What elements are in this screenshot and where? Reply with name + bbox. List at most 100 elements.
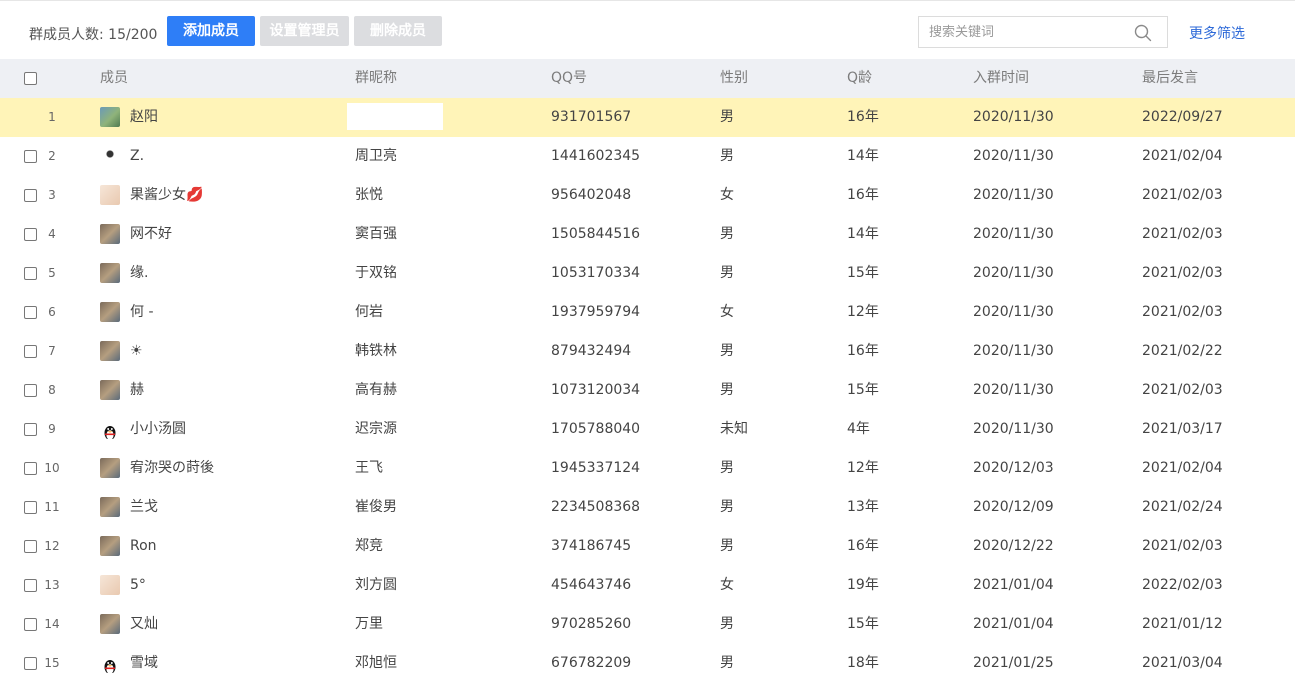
row-checkbox[interactable] xyxy=(24,657,37,670)
header-qq[interactable]: QQ号 xyxy=(551,59,587,98)
row-checkbox[interactable] xyxy=(24,618,37,631)
qq-number: 1937959794 xyxy=(551,304,641,320)
member-name[interactable]: 宥沵哭の莳後 xyxy=(130,449,214,488)
member-name[interactable]: 赫 xyxy=(130,371,144,410)
last-speak-time: 2021/02/04 xyxy=(1142,148,1223,164)
header-sex[interactable]: 性别 xyxy=(720,59,748,98)
landscape-avatar[interactable] xyxy=(100,107,120,127)
table-row[interactable]: 2 Z. 周卫亮 1441602345 男 14年 2020/11/30 2021/02/04 xyxy=(0,137,1295,176)
photo-avatar[interactable] xyxy=(100,536,120,556)
member-name[interactable]: Ron xyxy=(130,527,157,566)
row-checkbox[interactable] xyxy=(24,228,37,241)
photo-avatar[interactable] xyxy=(100,341,120,361)
row-checkbox[interactable] xyxy=(24,501,37,514)
table-row[interactable]: 5 缘. 于双铭 1053170334 男 15年 2020/11/30 2021/02/03 xyxy=(0,254,1295,293)
row-checkbox[interactable] xyxy=(24,267,37,280)
add-member-button[interactable]: 添加成员 xyxy=(167,16,255,46)
member-name[interactable]: 5° xyxy=(130,566,146,605)
cartoon-avatar[interactable] xyxy=(100,185,120,205)
header-member[interactable]: 成员 xyxy=(100,59,128,98)
search-icon[interactable] xyxy=(1133,23,1153,43)
photo-avatar[interactable] xyxy=(100,263,120,283)
member-name[interactable]: ☀ xyxy=(130,332,143,371)
qq-number: 931701567 xyxy=(551,109,632,125)
nickname-edit-field[interactable] xyxy=(347,103,443,130)
last-speak-time: 2021/02/03 xyxy=(1142,538,1223,554)
row-checkbox[interactable] xyxy=(24,579,37,592)
qq-age: 13年 xyxy=(847,499,879,515)
table-row[interactable]: 1 赵阳 931701567 男 16年 2020/11/30 2022/09/27 xyxy=(0,98,1295,137)
table-row[interactable]: 11 兰戈 崔俊男 2234508368 男 13年 2020/12/09 2021/02/2… xyxy=(0,488,1295,527)
header-join-time[interactable]: 入群时间 xyxy=(973,59,1029,98)
row-checkbox[interactable] xyxy=(24,189,37,202)
row-checkbox[interactable] xyxy=(24,150,37,163)
group-nickname: 刘方圆 xyxy=(355,577,397,593)
table-row[interactable]: 9 小小汤圆 迟宗源 1705788040 未知 4年 2020/11/30 2021/03/… xyxy=(0,410,1295,449)
member-name[interactable]: 雪域 xyxy=(130,644,158,683)
member-name[interactable]: 又灿 xyxy=(130,605,158,644)
table-row[interactable]: 14 又灿 万里 970285260 男 15年 2021/01/04 2021/01/12 xyxy=(0,605,1295,644)
figure-avatar[interactable] xyxy=(100,146,120,166)
table-row[interactable]: 10 宥沵哭の莳後 王飞 1945337124 男 12年 2020/12/03 2021/0… xyxy=(0,449,1295,488)
search-input[interactable] xyxy=(919,17,1139,47)
table-row[interactable]: 15 雪域 邓旭恒 676782209 男 18年 2021/01/25 2021/03/04 xyxy=(0,644,1295,683)
table-row[interactable]: 6 何 - 何岩 1937959794 女 12年 2020/11/30 2021/02/03 xyxy=(0,293,1295,332)
set-admin-button[interactable]: 设置管理员 xyxy=(260,16,349,46)
sex: 男 xyxy=(720,109,734,125)
qq-age: 16年 xyxy=(847,343,879,359)
search-box xyxy=(918,16,1168,48)
row-checkbox[interactable] xyxy=(24,462,37,475)
table-row[interactable]: 13 5° 刘方圆 454643746 女 19年 2021/01/04 2022/02/03 xyxy=(0,566,1295,605)
photo-avatar[interactable] xyxy=(100,302,120,322)
header-last-speak[interactable]: 最后发言 xyxy=(1142,59,1198,98)
member-name[interactable]: 何 - xyxy=(130,293,154,332)
member-name[interactable]: Z. xyxy=(130,137,144,176)
cartoon-avatar[interactable] xyxy=(100,575,120,595)
row-index: 8 xyxy=(48,383,56,397)
table-row[interactable]: 3 果酱少女💋 张悦 956402048 女 16年 2020/11/30 2021/02/0… xyxy=(0,176,1295,215)
table-row[interactable]: 4 网不好 窦百强 1505844516 男 14年 2020/11/30 2021/02/0… xyxy=(0,215,1295,254)
qq-number: 1073120034 xyxy=(551,382,641,398)
member-name[interactable]: 兰戈 xyxy=(130,488,158,527)
sex: 男 xyxy=(720,460,734,476)
member-name[interactable]: 小小汤圆 xyxy=(130,410,186,449)
join-time: 2020/11/30 xyxy=(973,304,1054,320)
table-row[interactable]: 8 赫 高有赫 1073120034 男 15年 2020/11/30 2021/02/03 xyxy=(0,371,1295,410)
member-name[interactable]: 果酱少女💋 xyxy=(130,176,203,215)
table-row[interactable]: 12 Ron 郑竞 374186745 男 16年 2020/12/22 2021/02/03 xyxy=(0,527,1295,566)
photo-avatar[interactable] xyxy=(100,497,120,517)
row-checkbox[interactable] xyxy=(24,540,37,553)
row-checkbox[interactable] xyxy=(24,423,37,436)
toolbar: 群成员人数: 15/200 添加成员 设置管理员 删除成员 更多筛选 xyxy=(0,1,1295,59)
sex: 男 xyxy=(720,265,734,281)
row-index: 1 xyxy=(48,110,56,124)
row-checkbox[interactable] xyxy=(24,384,37,397)
member-name[interactable]: 网不好 xyxy=(130,215,172,254)
more-filter-link[interactable]: 更多筛选 xyxy=(1189,23,1245,43)
last-speak-time: 2021/01/12 xyxy=(1142,616,1223,632)
last-speak-time: 2021/02/03 xyxy=(1142,304,1223,320)
penguin-avatar[interactable] xyxy=(100,653,120,673)
photo-avatar[interactable] xyxy=(100,224,120,244)
member-name[interactable]: 赵阳 xyxy=(130,98,158,137)
photo-avatar[interactable] xyxy=(100,458,120,478)
photo-avatar[interactable] xyxy=(100,614,120,634)
sex: 女 xyxy=(720,187,734,203)
row-index: 5 xyxy=(48,266,56,280)
member-name[interactable]: 缘. xyxy=(130,254,148,293)
last-speak-time: 2022/09/27 xyxy=(1142,109,1223,125)
row-checkbox[interactable] xyxy=(24,345,37,358)
photo-avatar[interactable] xyxy=(100,380,120,400)
row-index: 6 xyxy=(48,305,56,319)
row-checkbox[interactable] xyxy=(24,306,37,319)
penguin-avatar[interactable] xyxy=(100,419,120,439)
qq-age: 15年 xyxy=(847,616,879,632)
table-row[interactable]: 7 ☀ 韩铁林 879432494 男 16年 2020/11/30 2021/02/22 xyxy=(0,332,1295,371)
row-index: 15 xyxy=(44,656,60,670)
delete-member-button[interactable]: 删除成员 xyxy=(354,16,442,46)
sex: 女 xyxy=(720,304,734,320)
header-qq-age[interactable]: Q龄 xyxy=(847,59,872,98)
header-nickname[interactable]: 群昵称 xyxy=(355,59,397,98)
last-speak-time: 2021/02/03 xyxy=(1142,187,1223,203)
select-all-checkbox[interactable] xyxy=(24,72,37,85)
